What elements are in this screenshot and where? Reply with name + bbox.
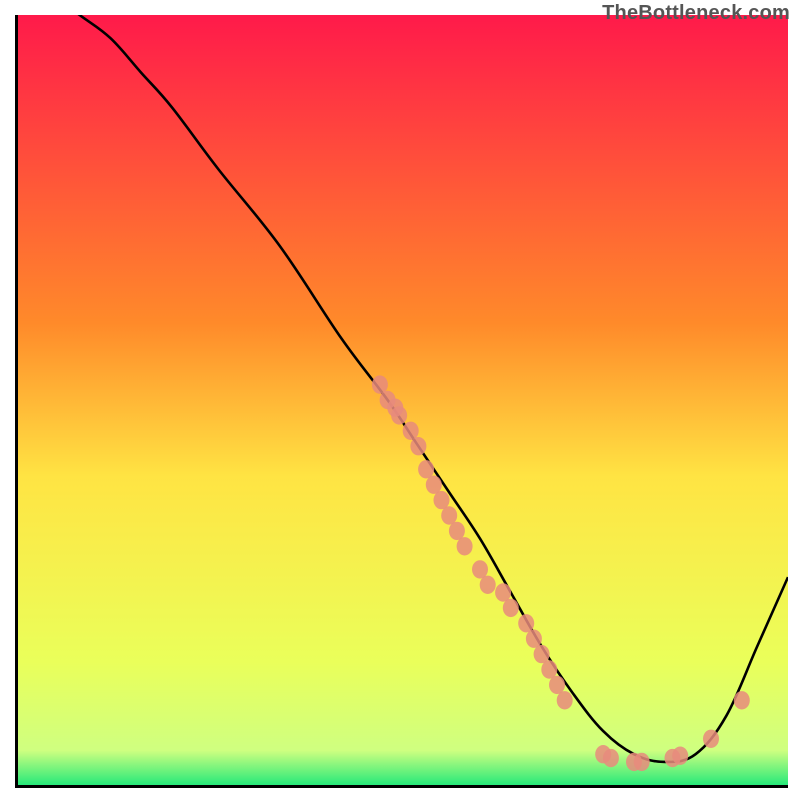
curve-dot [703, 730, 719, 748]
bottleneck-curve [18, 15, 788, 762]
curve-dot [410, 437, 426, 455]
chart-curve-layer [18, 15, 788, 785]
curve-dot [534, 645, 550, 663]
curve-dot [518, 614, 534, 632]
curve-dot [480, 576, 496, 594]
curve-dot [541, 660, 557, 678]
curve-dot [549, 676, 565, 694]
curve-dot [526, 630, 542, 648]
curve-dot [403, 422, 419, 440]
curve-dots-group [372, 375, 750, 771]
curve-dot [495, 583, 511, 601]
curve-dot [734, 691, 750, 709]
curve-dot [372, 375, 388, 393]
chart-plot-area [15, 15, 788, 788]
curve-dot [557, 691, 573, 709]
curve-dot [503, 599, 519, 617]
curve-dot [603, 749, 619, 767]
curve-dot [426, 476, 442, 494]
curve-dot [434, 491, 450, 509]
curve-dot [457, 537, 473, 555]
watermark-label: TheBottleneck.com [602, 2, 790, 25]
curve-dot [441, 506, 457, 524]
curve-dot [634, 753, 650, 771]
curve-dot [418, 460, 434, 478]
curve-dot [672, 747, 688, 765]
curve-dot [472, 560, 488, 578]
curve-dot [391, 406, 407, 424]
curve-dot [449, 522, 465, 540]
